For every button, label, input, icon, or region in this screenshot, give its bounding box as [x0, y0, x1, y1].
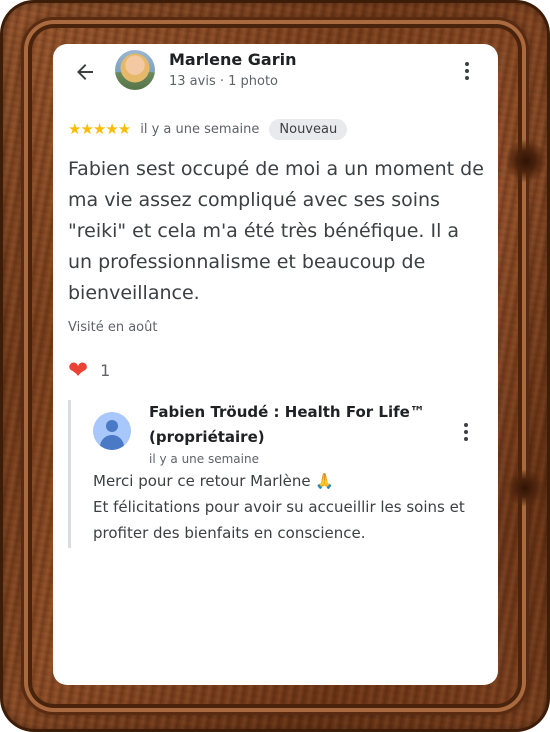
person-icon [106, 420, 118, 432]
review-card: Marlene Garin 13 avis · 1 photo ★★★★★ il… [53, 44, 498, 685]
reply-time: il y a une semaine [149, 452, 259, 466]
more-vertical-icon [465, 62, 469, 66]
back-button[interactable] [71, 58, 99, 86]
heart-icon[interactable]: ❤ [68, 358, 88, 382]
visited-date: Visité en août [68, 320, 158, 335]
rating-row: ★★★★★ il y a une semaine Nouveau [68, 116, 348, 142]
review-header: Marlene Garin 13 avis · 1 photo [53, 44, 498, 100]
reply-more-options-button[interactable] [456, 418, 476, 446]
wood-knot [507, 470, 543, 506]
like-count: 1 [100, 360, 111, 380]
new-badge: Nouveau [269, 118, 348, 140]
review-text: Fabien sest occupé de moi a un moment de… [68, 158, 484, 304]
more-options-button[interactable] [457, 57, 477, 85]
owner-name: Fabien Tröudé : Health For Life™ (propri… [149, 403, 425, 446]
more-vertical-icon [464, 423, 468, 427]
author-avatar[interactable] [115, 50, 155, 90]
arrow-left-icon [77, 64, 93, 80]
author-name[interactable]: Marlene Garin [169, 50, 296, 69]
owner-reply: Fabien Tröudé : Health For Life™ (propri… [68, 400, 479, 548]
like-row: ❤ 1 [68, 356, 110, 384]
reply-text: Merci pour ce retour Marlène 🙏 Et félici… [93, 472, 465, 542]
star-rating: ★★★★★ [68, 120, 131, 138]
wood-knot [506, 140, 546, 182]
author-meta: 13 avis · 1 photo [169, 74, 279, 89]
review-time: il y a une semaine [140, 121, 260, 137]
owner-avatar [93, 412, 131, 450]
